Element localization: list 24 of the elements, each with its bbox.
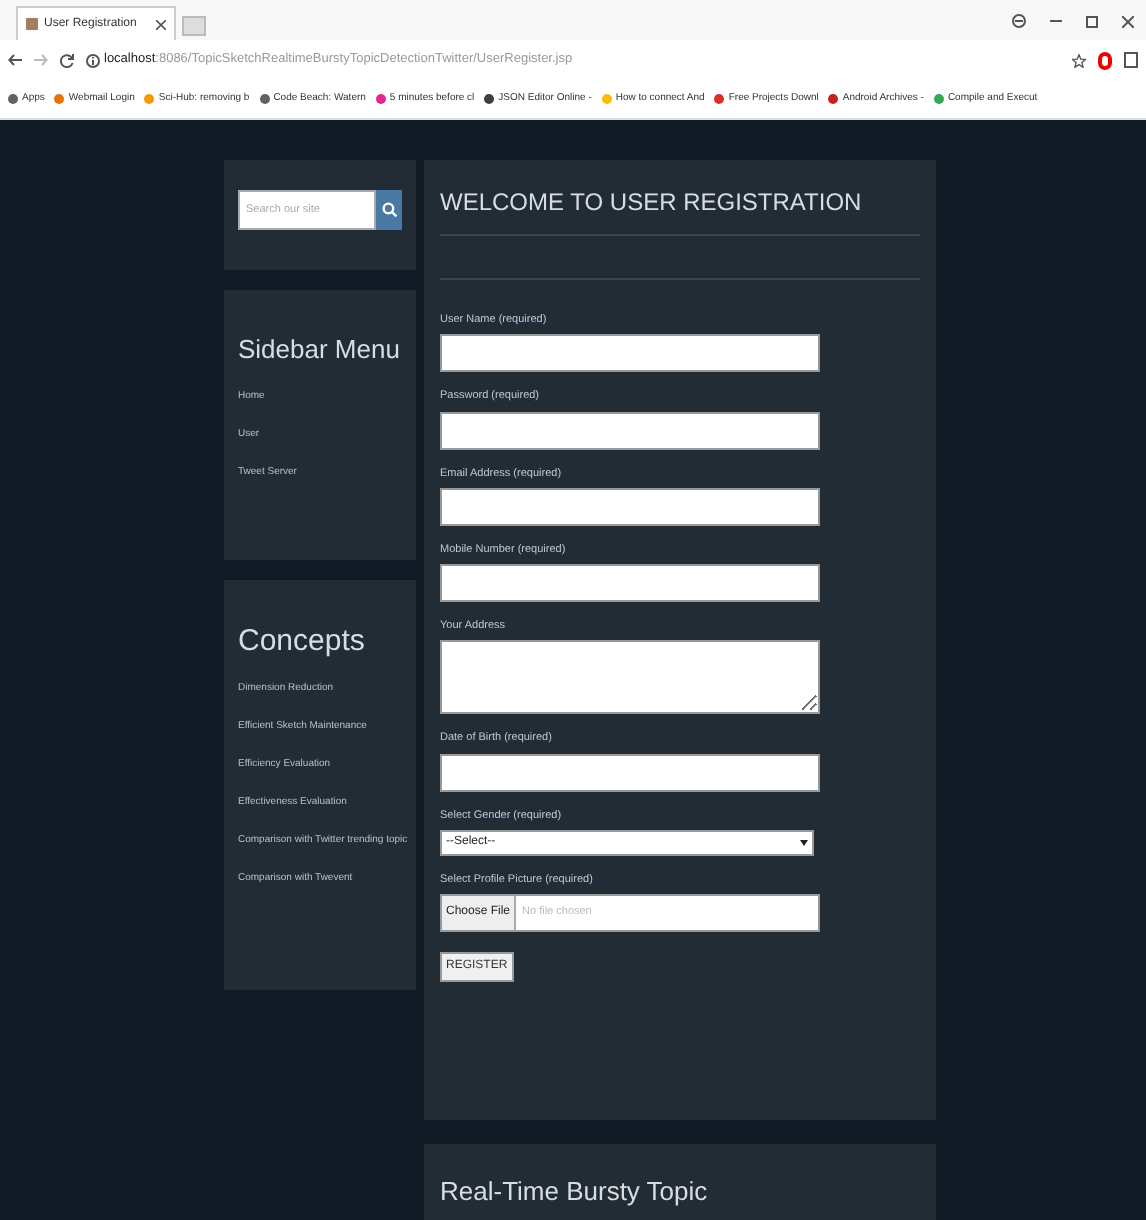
info-icon xyxy=(86,53,100,67)
back-icon[interactable] xyxy=(8,54,22,66)
star-icon[interactable] xyxy=(1072,53,1086,67)
text-field[interactable] xyxy=(440,487,820,526)
text-field[interactable] xyxy=(440,334,820,373)
reload-icon[interactable] xyxy=(60,53,74,67)
restore-icon[interactable] xyxy=(1086,15,1098,27)
opera-icon[interactable] xyxy=(1098,51,1112,69)
text-field[interactable] xyxy=(440,564,820,602)
page-icon xyxy=(26,18,38,30)
close-icon[interactable] xyxy=(1122,15,1134,27)
section-title: Real-Time Bursty Topic xyxy=(440,1174,710,1210)
search-button[interactable] xyxy=(376,190,402,230)
caret-icon xyxy=(800,839,808,846)
concepts-title: Concepts xyxy=(238,622,367,662)
text-field[interactable] xyxy=(440,411,820,449)
close-icon[interactable] xyxy=(156,19,166,29)
text-field[interactable] xyxy=(440,753,820,791)
address-field[interactable] xyxy=(440,640,820,715)
form-title: WELCOME TO USER REGISTRATION xyxy=(440,186,864,220)
search-icon xyxy=(381,202,397,218)
extension-icon[interactable] xyxy=(1124,52,1138,68)
sidebar-title: Sidebar Menu xyxy=(238,332,402,368)
profile-icon[interactable] xyxy=(1012,14,1026,28)
